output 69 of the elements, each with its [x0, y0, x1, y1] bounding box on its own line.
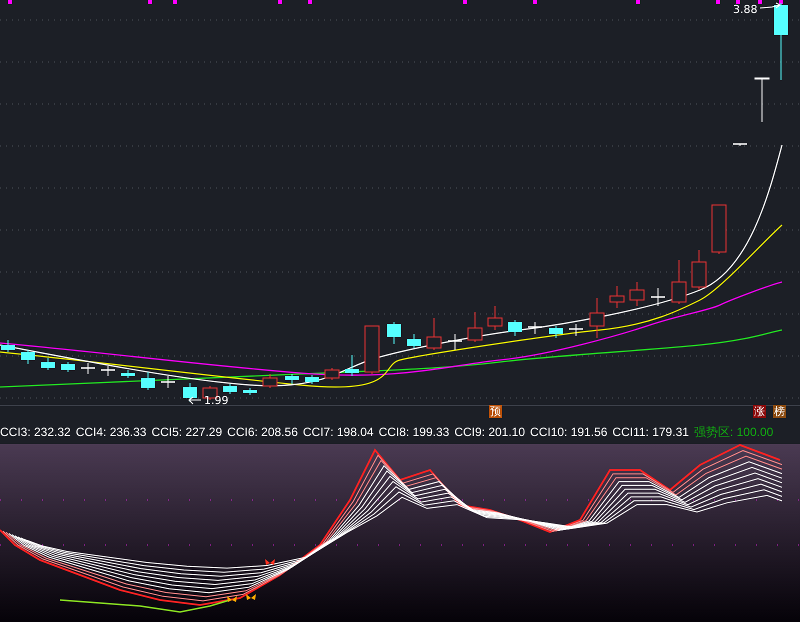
tick-mark: [8, 0, 12, 4]
tick-mark: [308, 0, 312, 4]
tick-mark: [716, 0, 720, 4]
candlestick: [1, 340, 15, 352]
indicator-value: CCI9: 201.10: [454, 425, 526, 439]
indicator-value: CCI3: 232.32: [0, 425, 71, 439]
indicator-value: CCI4: 236.33: [76, 425, 146, 439]
butterfly-icon: [264, 558, 276, 568]
candlestick: [610, 286, 624, 308]
candlestick: [121, 370, 135, 378]
candlestick: [508, 320, 522, 336]
tick-mark: [636, 0, 640, 4]
signal-marker: 涨: [753, 405, 766, 418]
pointer-arrow-icon: [188, 396, 202, 406]
candlestick: [712, 204, 726, 254]
pointer-arrow-icon: [760, 2, 782, 10]
indicator-value: CCI10: 191.56: [530, 425, 608, 439]
candlestick: [590, 298, 604, 338]
candlestick: [21, 350, 35, 364]
indicator-value: CCI8: 199.33: [378, 425, 450, 439]
candlestick: [488, 306, 502, 330]
candlestick: [448, 334, 462, 350]
candlestick: [345, 354, 359, 376]
candlestick: [223, 384, 237, 394]
candlestick: [672, 260, 686, 304]
tick-mark: [278, 0, 282, 4]
tick-mark: [779, 0, 783, 4]
tick-mark: [736, 0, 740, 4]
candlestick: [285, 374, 299, 384]
candlestick: [364, 326, 380, 374]
indicator-value: CCI6: 208.56: [227, 425, 298, 439]
candlestick: [528, 322, 542, 334]
indicator-value: CCI5: 227.29: [151, 425, 222, 439]
candlestick: [81, 362, 95, 374]
butterfly-icon: [245, 593, 257, 603]
tick-mark: [463, 0, 467, 4]
tick-mark: [173, 0, 177, 4]
signal-marker: 预: [489, 405, 502, 418]
candlestick: [426, 318, 442, 350]
candlestick: [468, 312, 482, 342]
candlestick: [324, 368, 340, 380]
candlestick: [262, 374, 278, 388]
candlestick: [61, 362, 75, 372]
signal-marker: 榜: [773, 405, 786, 418]
candlestick: [692, 250, 706, 290]
candlestick: [305, 374, 319, 384]
candlestick: [41, 358, 55, 370]
candlestick: [101, 366, 115, 376]
tick-mark: [533, 0, 537, 4]
candlestick: [630, 282, 644, 306]
candlestick: [407, 334, 421, 348]
high-price-label: 3.88: [733, 3, 758, 16]
candlestick: [161, 376, 175, 388]
tick-mark: [758, 0, 762, 4]
candlestick: [387, 322, 401, 344]
indicator-value: CCI7: 198.04: [302, 425, 374, 439]
indicator-value: CCI11: 179.31: [612, 425, 689, 439]
tick-mark: [148, 0, 152, 4]
candlestick: [733, 143, 747, 146]
candlestick: [754, 78, 770, 122]
candlestick: [141, 372, 155, 390]
candlestick: [651, 288, 665, 306]
candlestick: [549, 326, 563, 338]
candlestick: [243, 388, 257, 396]
candlestick: [569, 324, 583, 336]
strong-zone-value: 强势区: 100.00: [694, 424, 774, 440]
butterfly-icon: [226, 595, 238, 605]
candlestick: [183, 382, 197, 402]
low-price-label: 1.99: [204, 394, 228, 407]
